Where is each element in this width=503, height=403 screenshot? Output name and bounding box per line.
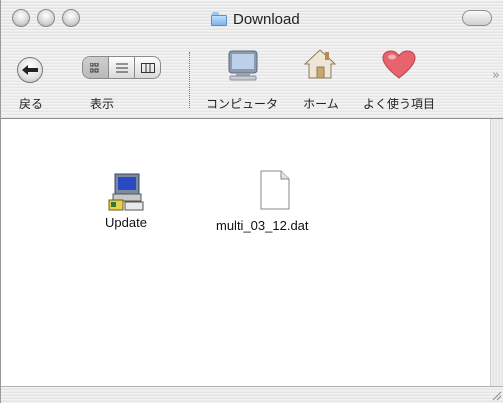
toolbar: 戻る 表示 コンピュータ ホーム よく使う項目 » bbox=[1, 40, 503, 119]
view-label: 表示 bbox=[89, 97, 114, 111]
computer-button[interactable]: コンピュータ bbox=[204, 40, 280, 118]
house-icon bbox=[303, 49, 337, 79]
window-title-text: Download bbox=[233, 10, 300, 28]
list-lines-icon bbox=[115, 63, 128, 72]
home-label: ホーム bbox=[303, 97, 339, 111]
horizontal-scrollbar[interactable] bbox=[1, 386, 503, 403]
icon-grid-icon bbox=[89, 62, 98, 72]
back-arrow-icon bbox=[17, 57, 43, 83]
installer-computer-icon bbox=[108, 173, 144, 211]
close-button[interactable] bbox=[12, 9, 30, 27]
columns-icon bbox=[140, 62, 155, 73]
folder-icon bbox=[211, 12, 227, 26]
zoom-button[interactable] bbox=[62, 9, 80, 27]
view-control: 表示 bbox=[73, 40, 171, 118]
list-view-button[interactable] bbox=[109, 57, 135, 78]
favorites-button[interactable]: よく使う項目 bbox=[356, 40, 442, 118]
file-name: multi_03_12.dat bbox=[216, 218, 309, 233]
toolbar-overflow-icon[interactable]: » bbox=[492, 68, 500, 83]
column-view-button[interactable] bbox=[135, 57, 160, 78]
view-segmented-control[interactable] bbox=[82, 56, 161, 79]
favorites-label: よく使う項目 bbox=[362, 97, 435, 111]
file-item-dat[interactable] bbox=[259, 170, 291, 210]
home-button[interactable]: ホーム bbox=[291, 40, 351, 118]
computer-icon bbox=[228, 50, 258, 81]
toolbar-toggle-button[interactable] bbox=[462, 10, 492, 26]
icon-view-button[interactable] bbox=[83, 57, 109, 78]
file-name: Update bbox=[105, 215, 147, 230]
finder-window: Download 戻る 表示 コンピュータ ホーム よく使う項目 » Updat… bbox=[0, 0, 503, 403]
back-button[interactable]: 戻る bbox=[9, 40, 53, 118]
vertical-scrollbar[interactable] bbox=[490, 119, 503, 386]
resize-grip-icon[interactable] bbox=[491, 390, 502, 401]
minimize-button[interactable] bbox=[37, 9, 55, 27]
heart-icon bbox=[382, 50, 416, 79]
file-item-update[interactable] bbox=[107, 172, 147, 212]
back-label: 戻る bbox=[18, 97, 43, 111]
toolbar-separator bbox=[189, 52, 190, 108]
file-icon-view[interactable]: Update multi_03_12.dat bbox=[1, 119, 491, 386]
title-bar[interactable]: Download bbox=[1, 0, 503, 41]
window-title: Download bbox=[211, 10, 300, 28]
blank-document-icon bbox=[260, 170, 290, 210]
computer-label: コンピュータ bbox=[205, 97, 278, 111]
